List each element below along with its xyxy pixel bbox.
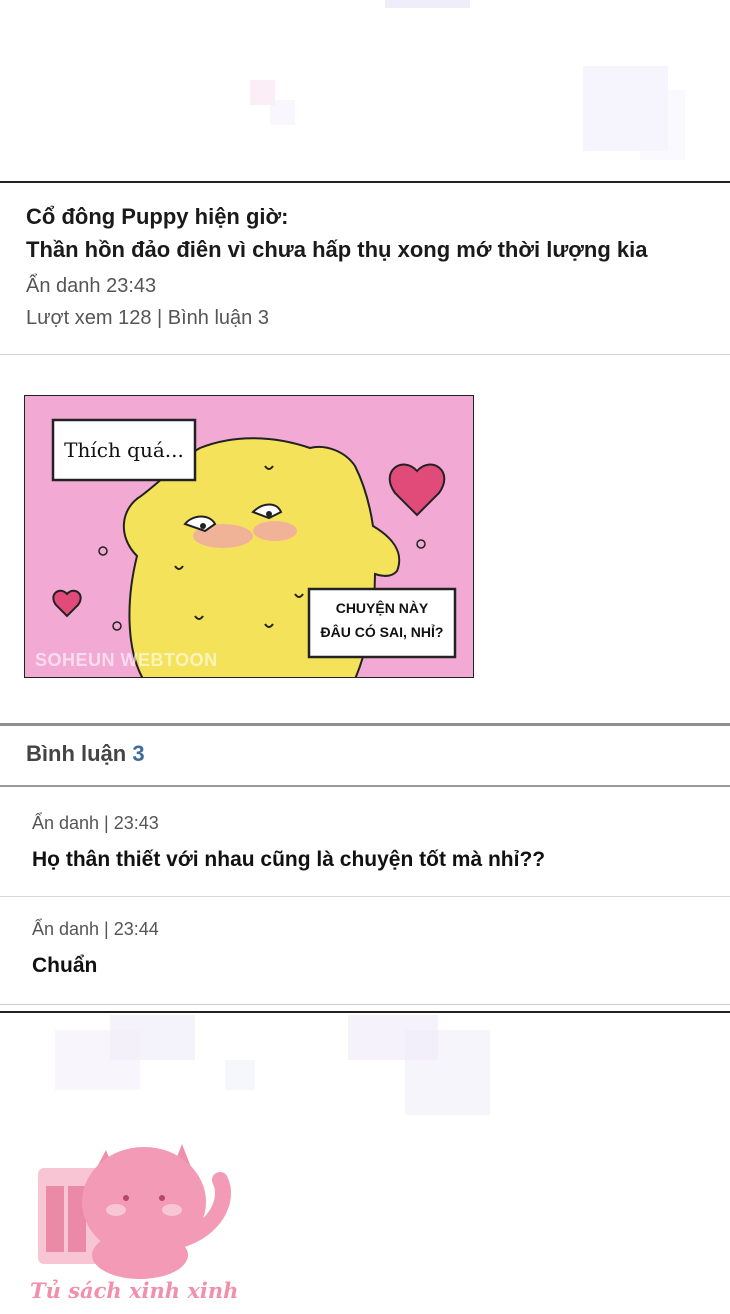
post-bottom-divider (0, 1011, 730, 1013)
comment-text: Họ thân thiết với nhau cũng là chuyện tố… (32, 848, 546, 871)
post-image[interactable]: Thích quá... CHUYỆN NÀY ĐÂU CÓ SAI, NHỈ?… (24, 395, 474, 678)
decor-blot (225, 1060, 255, 1090)
post-title-line-2: Thần hồn đảo điên vì chưa hấp thụ xong m… (26, 237, 648, 262)
decor-blot (640, 90, 685, 160)
comments-top-divider (0, 723, 730, 726)
post-header-divider (0, 354, 730, 355)
comment-text: Chuẩn (32, 954, 98, 977)
decor-blot (270, 100, 295, 125)
decor-blot (385, 0, 470, 8)
post-author-time: Ẩn danh 23:43 (26, 275, 157, 297)
post-title: Cổ đông Puppy hiện giờ: Thần hồn đảo điê… (26, 200, 716, 266)
comments-header: Bình luận 3 (26, 741, 145, 767)
speech-bubble-right: CHUYỆN NÀY ĐÂU CÓ SAI, NHỈ? (309, 596, 455, 644)
decor-blot (55, 1030, 140, 1090)
comments-header-divider (0, 785, 730, 787)
decor-blot (405, 1030, 490, 1115)
footer-watermark-text: Tủ sách xinh xinh (30, 1278, 239, 1303)
comments-bottom-divider (0, 1004, 730, 1005)
post-top-divider (0, 181, 730, 183)
speech-bubble-right-line-1: CHUYỆN NÀY (335, 600, 429, 616)
comment-meta: Ẩn danh | 23:43 (32, 813, 159, 833)
speech-bubble-right-line-2: ĐÂU CÓ SAI, NHỈ? (320, 624, 444, 640)
comment-meta: Ẩn danh | 23:44 (32, 919, 159, 939)
comments-label: Bình luận (26, 741, 127, 766)
post-stats: Lượt xem 128 | Bình luận 3 (26, 307, 269, 329)
panel-watermark: SOHEUN WEBTOON (35, 650, 218, 670)
speech-bubble-left: Thích quá... (64, 438, 184, 462)
post-title-line-1: Cổ đông Puppy hiện giờ: (26, 204, 289, 229)
comment-divider (0, 896, 730, 897)
pink-cat-icon (38, 1144, 232, 1279)
comments-count: 3 (132, 741, 145, 766)
